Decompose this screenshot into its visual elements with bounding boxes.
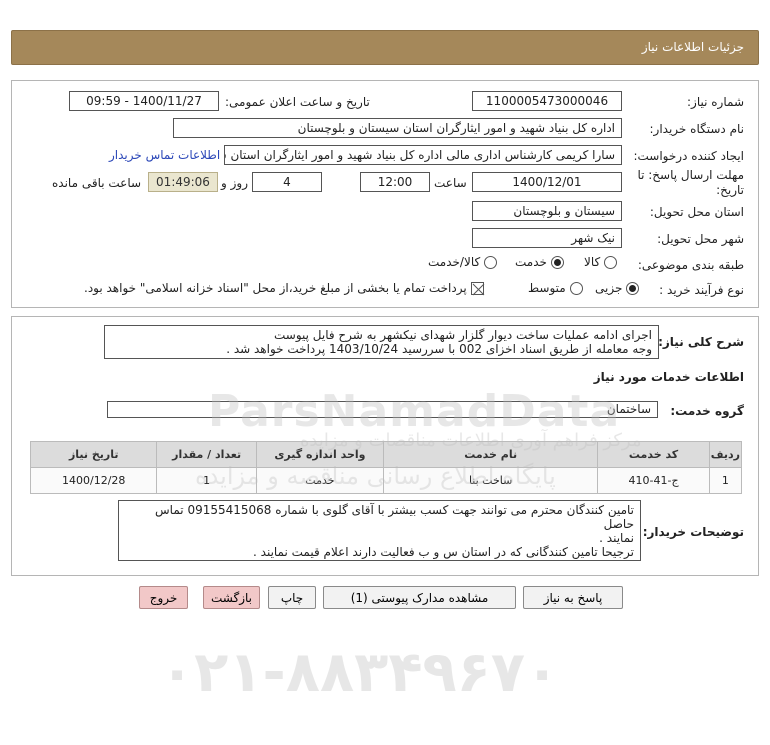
city-field: نیک شهر xyxy=(472,228,622,248)
requester-field: سارا کریمی کارشناس اداری مالی اداره کل ب… xyxy=(224,145,622,165)
requester-label: ایجاد کننده درخواست: xyxy=(633,149,744,163)
days-label: روز و xyxy=(221,176,248,190)
summary-label: شرح کلی نیاز: xyxy=(658,335,744,349)
service-group-label: گروه خدمت: xyxy=(670,404,744,418)
need-number-field: 1100005473000046 xyxy=(472,91,622,111)
days-field: 4 xyxy=(252,172,322,192)
category-option-both[interactable]: کالا/خدمت xyxy=(428,255,498,269)
buyer-notes-box: تامین کنندگان محترم می توانند جهت کسب بی… xyxy=(118,500,641,561)
buyer-org-field: اداره کل بنیاد شهید و امور ایثارگران است… xyxy=(173,118,622,138)
col-quantity: تعداد / مقدار xyxy=(156,441,257,468)
summary-box: اجرای ادامه عملیات ساخت دیوار گلزار شهدا… xyxy=(104,325,659,359)
deadline-time-field: 12:00 xyxy=(360,172,430,192)
table-row: 1 ج-41-410 ساخت بنا خدمت 1 1400/12/28 xyxy=(29,467,743,494)
checkbox-checked-icon[interactable] xyxy=(470,282,484,296)
reply-button[interactable]: پاسخ به نیاز xyxy=(523,586,623,609)
back-button[interactable]: بازگشت xyxy=(203,586,260,609)
category-option-both-label: کالا/خدمت xyxy=(428,255,481,269)
radio-icon[interactable] xyxy=(569,282,583,295)
buyer-org-label: نام دستگاه خریدار: xyxy=(649,122,745,136)
request-info-panel xyxy=(11,80,759,308)
page-header: جزئیات اطلاعات نیاز xyxy=(11,30,759,65)
cell-unit: خدمت xyxy=(255,467,384,494)
print-button[interactable]: چاپ xyxy=(268,586,316,609)
buyer-notes-line-2: نمایند . xyxy=(599,531,634,545)
process-label: نوع فرآیند خرید : xyxy=(659,283,744,297)
remaining-time-field: 01:49:06 xyxy=(148,172,218,192)
table-header-row: ردیف کد خدمت نام خدمت واحد اندازه گیری ت… xyxy=(29,441,743,468)
radio-icon[interactable] xyxy=(604,256,618,269)
category-option-goods[interactable]: کالا xyxy=(584,255,618,269)
payment-note: پرداخت تمام یا بخشی از مبلغ خرید،از محل … xyxy=(84,281,467,295)
need-number-label: شماره نیاز: xyxy=(687,95,744,109)
col-service-code: کد خدمت xyxy=(597,441,710,468)
category-label: طبقه بندی موضوعی: xyxy=(637,258,744,272)
attachments-button[interactable]: مشاهده مدارک پیوستی (1) xyxy=(323,586,516,609)
announce-field: 1400/11/27 - 09:59 xyxy=(69,91,219,111)
province-field: سیستان و بلوچستان xyxy=(472,201,622,221)
process-option-minor-label: جزیی xyxy=(595,281,623,295)
radio-selected-icon[interactable] xyxy=(626,282,640,295)
cell-service-name: ساخت بنا xyxy=(382,467,599,494)
contact-buyer-link[interactable]: اطلاعات تماس خریدار xyxy=(109,148,220,162)
process-option-medium-label: متوسط xyxy=(528,281,566,295)
col-service-name: نام خدمت xyxy=(382,441,599,468)
cell-quantity: 1 xyxy=(156,467,257,494)
watermark-phone: ۰۲۱-۸۸۳۴۹۶۷۰ xyxy=(160,640,560,705)
province-label: استان محل تحویل: xyxy=(649,205,744,219)
city-label: شهر محل تحویل: xyxy=(657,232,744,246)
col-row: ردیف xyxy=(708,441,743,468)
summary-line-1: اجرای ادامه عملیات ساخت دیوار گلزار شهدا… xyxy=(273,328,652,342)
buyer-notes-line-1: تامین کنندگان محترم می توانند جهت کسب بی… xyxy=(155,503,634,531)
category-option-service-label: خدمت xyxy=(515,255,547,269)
deadline-label-date: تاریخ: xyxy=(716,183,744,197)
buyer-notes-line-3: ترجیحا تامین کنندگانی که در استان س و ب … xyxy=(253,545,634,559)
summary-line-2: وجه معامله از طریق اسناد اخزای 002 با سر… xyxy=(226,342,652,356)
radio-selected-icon[interactable] xyxy=(550,256,564,269)
treasury-payment-checkbox[interactable]: پرداخت تمام یا بخشی از مبلغ خرید،از محل … xyxy=(84,281,484,296)
cell-row: 1 xyxy=(708,467,743,494)
remaining-label: ساعت باقی مانده xyxy=(52,176,142,190)
deadline-label: مهلت ارسال پاسخ: تا xyxy=(637,168,744,182)
deadline-date-field: 1400/12/01 xyxy=(472,172,622,192)
services-table: ردیف کد خدمت نام خدمت واحد اندازه گیری ت… xyxy=(29,441,743,494)
page-title: جزئیات اطلاعات نیاز xyxy=(641,40,744,54)
time-label: ساعت xyxy=(434,176,467,190)
col-need-date: تاریخ نیاز xyxy=(29,441,158,468)
exit-button[interactable]: خروج xyxy=(139,586,188,609)
radio-icon[interactable] xyxy=(484,256,498,269)
cell-service-code: ج-41-410 xyxy=(597,467,710,494)
category-option-goods-label: کالا xyxy=(584,255,601,269)
announce-label: تاریخ و ساعت اعلان عمومی: xyxy=(225,95,370,109)
services-section-title: اطلاعات خدمات مورد نیاز xyxy=(593,370,744,384)
col-unit: واحد اندازه گیری xyxy=(255,441,384,468)
category-option-service[interactable]: خدمت xyxy=(515,255,564,269)
process-option-minor[interactable]: جزیی xyxy=(595,281,640,295)
process-option-medium[interactable]: متوسط xyxy=(528,281,583,295)
buyer-notes-label: توضیحات خریدار: xyxy=(642,525,744,539)
service-group-field: ساختمان xyxy=(107,401,658,418)
cell-need-date: 1400/12/28 xyxy=(29,467,158,494)
